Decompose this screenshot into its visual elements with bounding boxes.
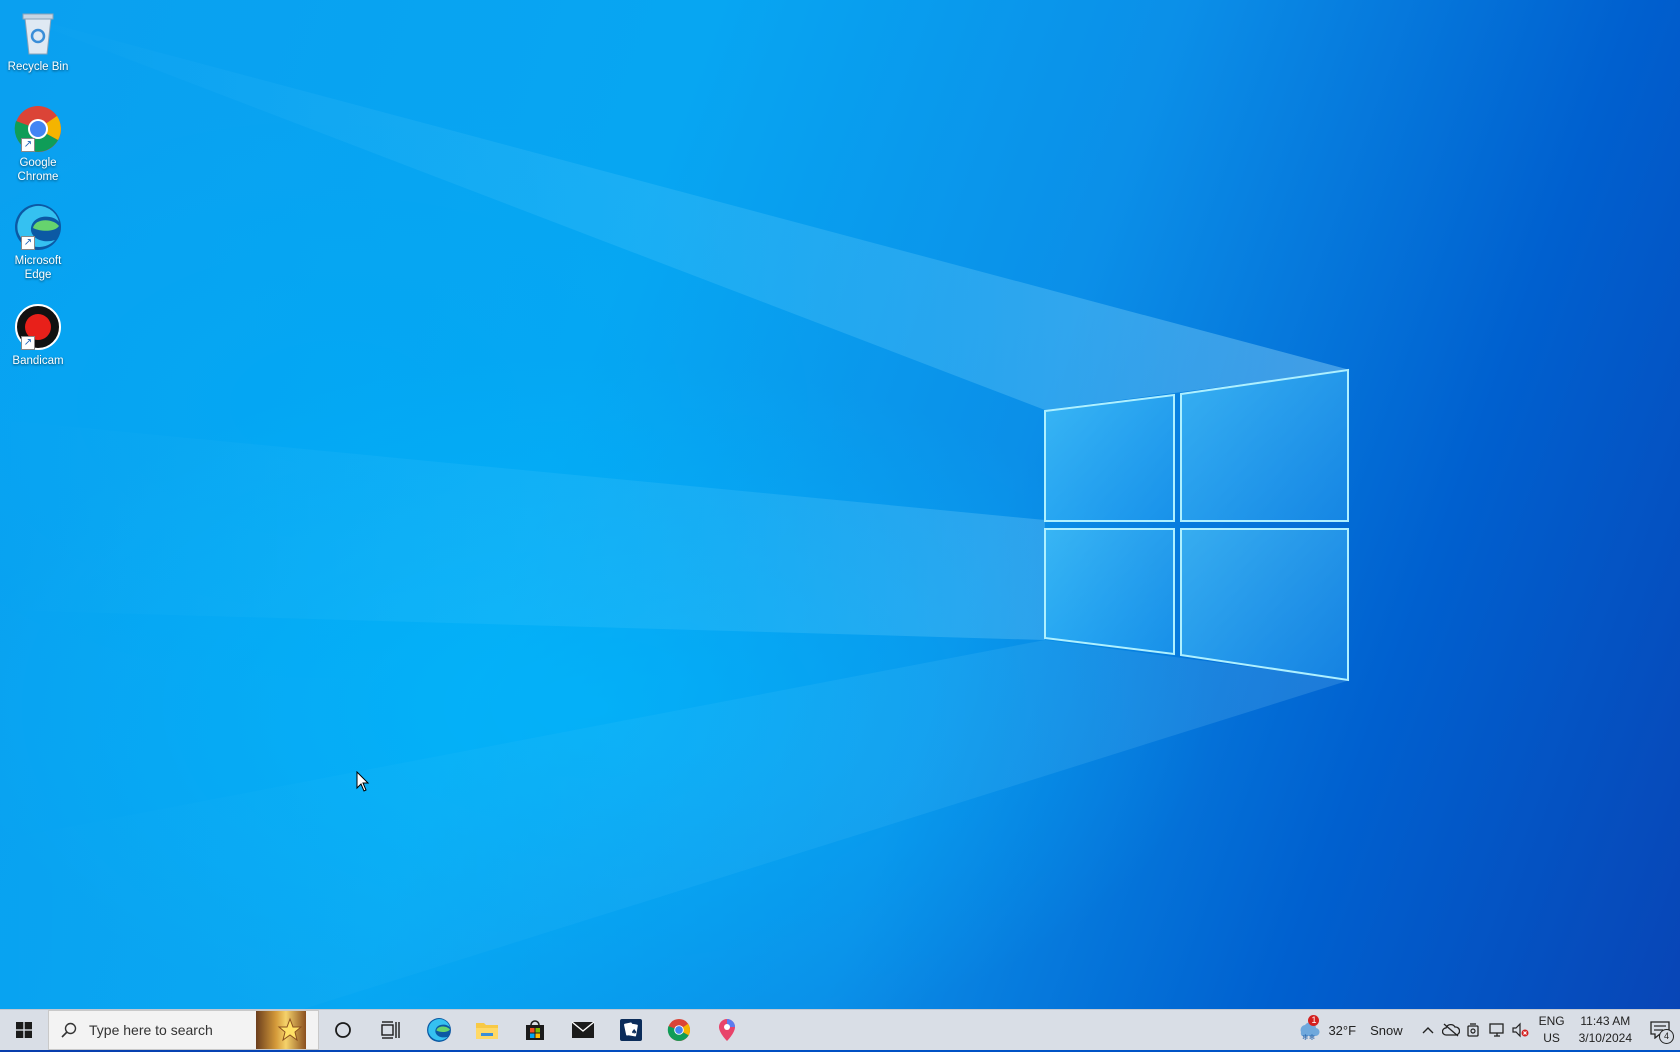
recycle-bin-icon bbox=[13, 8, 63, 58]
chrome-icon: ↗ bbox=[13, 104, 63, 154]
taskbar-maps-button[interactable] bbox=[703, 1010, 751, 1050]
taskbar-solitaire-button[interactable]: ♠ bbox=[607, 1010, 655, 1050]
shortcut-arrow-icon: ↗ bbox=[21, 236, 35, 250]
bandicam-icon: ↗ bbox=[13, 302, 63, 352]
desktop-icon-recycle-bin[interactable]: Recycle Bin bbox=[4, 8, 72, 74]
weather-widget[interactable]: ❄❄ 1 32°F Snow bbox=[1292, 1010, 1416, 1050]
taskbar-edge-button[interactable] bbox=[415, 1010, 463, 1050]
action-center-button[interactable]: 4 bbox=[1640, 1010, 1680, 1050]
meet-now-button[interactable] bbox=[1463, 1010, 1485, 1050]
windows-logo-wallpaper bbox=[1044, 368, 1349, 682]
clock-time: 11:43 AM bbox=[1580, 1014, 1631, 1028]
mouse-cursor-icon bbox=[356, 771, 370, 792]
taskbar-search-box[interactable]: Type here to search bbox=[48, 1010, 319, 1050]
start-button[interactable] bbox=[0, 1010, 48, 1050]
desktop-icon-label: Bandicam bbox=[12, 355, 64, 367]
weather-condition: Snow bbox=[1370, 1022, 1403, 1038]
taskbar-chrome-button[interactable] bbox=[655, 1010, 703, 1050]
onedrive-status-button[interactable] bbox=[1439, 1010, 1463, 1050]
volume-button[interactable] bbox=[1509, 1010, 1533, 1050]
folder-icon bbox=[476, 1023, 498, 1039]
clock-button[interactable]: 11:43 AM 3/10/2024 bbox=[1571, 1010, 1640, 1050]
network-button[interactable] bbox=[1485, 1010, 1509, 1050]
desktop-icon-label: Google Chrome bbox=[17, 157, 59, 183]
desktop-icon-label: Recycle Bin bbox=[7, 61, 69, 73]
search-icon bbox=[49, 1022, 89, 1038]
search-highlight-image bbox=[256, 1011, 306, 1049]
cortana-button[interactable] bbox=[319, 1010, 367, 1050]
task-view-icon bbox=[381, 1021, 400, 1039]
taskbar-store-button[interactable] bbox=[511, 1010, 559, 1050]
shortcut-arrow-icon: ↗ bbox=[21, 138, 35, 152]
camera-icon bbox=[1466, 1023, 1479, 1037]
language-code: ENG bbox=[1538, 1014, 1565, 1028]
desktop-icon-google-chrome[interactable]: ↗ Google Chrome bbox=[4, 104, 72, 184]
desktop-icon-bandicam[interactable]: ↗ Bandicam bbox=[4, 302, 72, 368]
chrome-icon bbox=[667, 1018, 691, 1042]
svg-text:♠: ♠ bbox=[631, 1028, 637, 1036]
maps-icon bbox=[719, 1019, 735, 1041]
input-language-button[interactable]: ENG US bbox=[1533, 1010, 1571, 1050]
edge-icon bbox=[427, 1018, 451, 1042]
task-view-button[interactable] bbox=[367, 1010, 415, 1050]
desktop-icon-label: Microsoft Edge bbox=[14, 255, 62, 281]
cloud-offline-icon bbox=[1441, 1023, 1460, 1037]
desktop-icon-microsoft-edge[interactable]: ↗ Microsoft Edge bbox=[4, 202, 72, 282]
windows-start-icon bbox=[16, 1022, 32, 1038]
cortana-icon bbox=[335, 1022, 351, 1038]
volume-muted-icon bbox=[1511, 1022, 1529, 1038]
system-tray: ❄❄ 1 32°F Snow ENG US 11:43 AM 3/10/2024… bbox=[1292, 1010, 1680, 1050]
shortcut-arrow-icon: ↗ bbox=[21, 336, 35, 350]
search-placeholder: Type here to search bbox=[89, 1022, 213, 1038]
svg-text:❄❄: ❄❄ bbox=[1302, 1033, 1315, 1041]
weather-temp: 32°F bbox=[1328, 1022, 1357, 1038]
solitaire-icon: ♠ bbox=[620, 1019, 642, 1041]
language-region: US bbox=[1543, 1031, 1560, 1045]
edge-icon: ↗ bbox=[13, 202, 63, 252]
chevron-up-icon bbox=[1422, 1027, 1434, 1034]
store-icon bbox=[526, 1020, 544, 1040]
clock-date: 3/10/2024 bbox=[1578, 1031, 1632, 1045]
wallpaper-light-rays bbox=[0, 10, 1350, 1010]
network-icon bbox=[1488, 1023, 1504, 1037]
taskbar-file-explorer-button[interactable] bbox=[463, 1010, 511, 1050]
taskbar: Type here to search ♠ ❄❄ 1 32°F Snow ENG… bbox=[0, 1009, 1680, 1050]
mail-icon bbox=[571, 1021, 595, 1038]
notification-count-badge: 4 bbox=[1659, 1029, 1674, 1044]
show-hidden-icons-button[interactable] bbox=[1417, 1010, 1439, 1050]
taskbar-mail-button[interactable] bbox=[559, 1010, 607, 1050]
